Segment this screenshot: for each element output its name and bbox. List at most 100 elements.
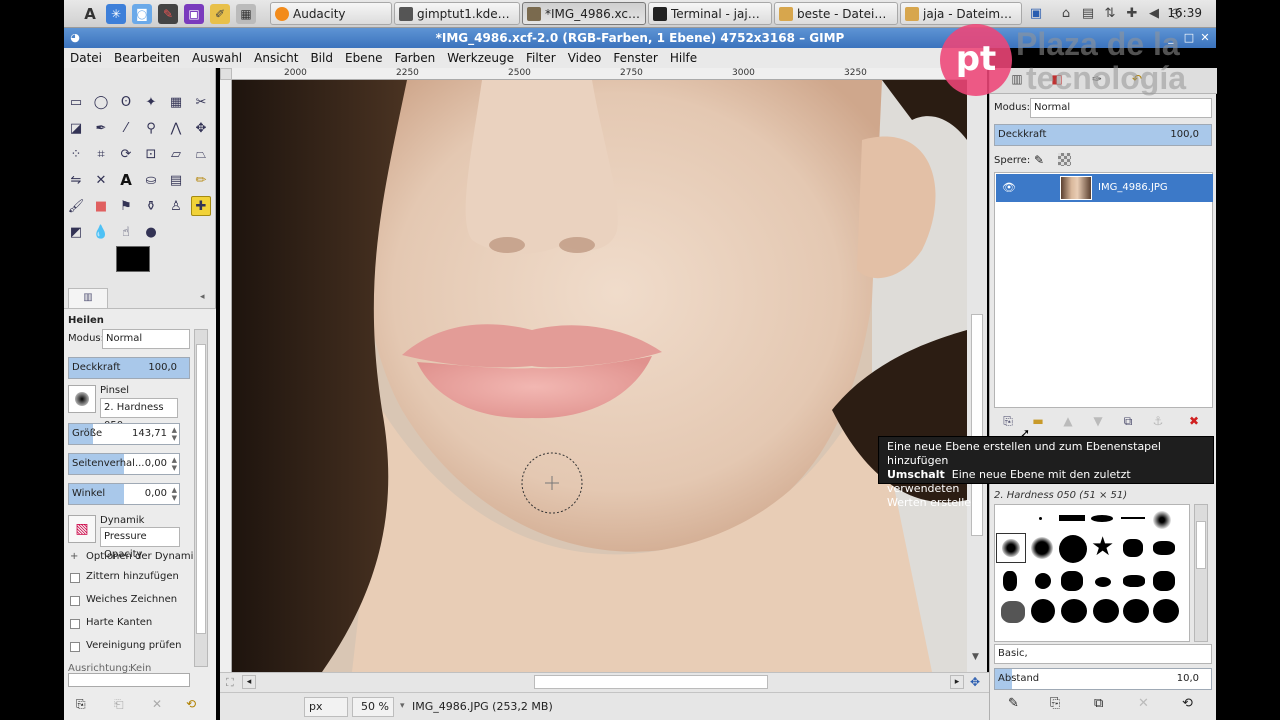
- gradient-icon[interactable]: ▤: [166, 170, 186, 190]
- scale-icon[interactable]: ⊡: [141, 144, 161, 164]
- tool-options-scrollbar[interactable]: [194, 329, 208, 667]
- new-layer-group-icon[interactable]: ▬: [1028, 414, 1048, 432]
- navigate-icon[interactable]: ✥: [970, 675, 980, 689]
- system-settings-icon[interactable]: ✳: [106, 4, 126, 24]
- brush-item[interactable]: [1153, 541, 1175, 555]
- color-select-icon[interactable]: ▦: [166, 92, 186, 112]
- airbrush-icon[interactable]: ⚑: [116, 196, 136, 216]
- refresh-brushes-icon[interactable]: ⟲: [1182, 696, 1193, 711]
- angle-slider[interactable]: Winkel 0,00 ▲ ▼: [68, 483, 180, 505]
- smooth-checkbox[interactable]: [70, 596, 80, 606]
- aspect-ratio-slider[interactable]: Seitenverhal... 0,00 ▲ ▼: [68, 453, 180, 475]
- bucket-fill-icon[interactable]: ⛀: [141, 170, 161, 190]
- unit-select[interactable]: px: [304, 697, 348, 717]
- brush-item[interactable]: [1061, 571, 1083, 591]
- brush-item[interactable]: [1123, 539, 1143, 557]
- dynamics-field[interactable]: Pressure Opacity: [100, 527, 180, 560]
- brush-item[interactable]: [1123, 575, 1145, 587]
- menu-fenster[interactable]: Fenster: [613, 51, 658, 65]
- menu-auswahl[interactable]: Auswahl: [192, 51, 242, 65]
- selected-brush[interactable]: [996, 533, 1026, 563]
- zoom-dropdown-icon[interactable]: ▾: [400, 701, 405, 711]
- brush-name-field[interactable]: 2. Hardness 050: [100, 398, 178, 431]
- task-terminal[interactable]: Terminal - jaja@a...: [648, 2, 772, 25]
- lasso-icon[interactable]: ʘ: [116, 92, 136, 112]
- brush-preview[interactable]: [68, 385, 96, 413]
- menu-bearbeiten[interactable]: Bearbeiten: [114, 51, 180, 65]
- paintbrush-icon[interactable]: 🖌: [66, 196, 86, 216]
- lower-layer-icon[interactable]: ▼: [1088, 414, 1108, 432]
- task-kdenlive[interactable]: gimptut1.kdenliv...: [394, 2, 520, 25]
- sample-merged-checkbox[interactable]: [70, 642, 80, 652]
- menu-ansicht[interactable]: Ansicht: [254, 51, 298, 65]
- perspective-icon[interactable]: ⏢: [191, 144, 211, 164]
- foreground-color[interactable]: [116, 246, 150, 272]
- menu-bild[interactable]: Bild: [310, 51, 333, 65]
- brush-item[interactable]: [1031, 599, 1055, 623]
- brush-scrollbar[interactable]: [1194, 504, 1208, 642]
- mode-select[interactable]: Normal: [102, 329, 190, 349]
- canvas-vertical-scrollbar[interactable]: ▼: [967, 68, 987, 672]
- duplicate-layer-icon[interactable]: ⧉: [1118, 414, 1138, 432]
- brush-item[interactable]: [1153, 511, 1171, 529]
- layer-name[interactable]: IMG_4986.JPG: [1098, 182, 1168, 193]
- brush-item[interactable]: [1091, 515, 1113, 522]
- brush-item[interactable]: [1123, 599, 1149, 623]
- ink-icon[interactable]: ⚱: [141, 196, 161, 216]
- plugins-icon[interactable]: ✚: [1124, 6, 1140, 22]
- layer-opacity-slider[interactable]: Deckkraft 100,0: [994, 124, 1212, 146]
- rect-select-icon[interactable]: ▭: [66, 92, 86, 112]
- shear-icon[interactable]: ▱: [166, 144, 186, 164]
- blur-icon[interactable]: 💧: [91, 222, 111, 242]
- move-icon[interactable]: ✥: [191, 118, 211, 138]
- app-launcher-icon[interactable]: A: [80, 4, 100, 24]
- brush-star-icon[interactable]: ★: [1091, 533, 1114, 561]
- raise-layer-icon[interactable]: ▲: [1058, 414, 1078, 432]
- network-icon[interactable]: ⌂: [1058, 6, 1074, 22]
- brush-item[interactable]: [1153, 571, 1175, 591]
- edit-brush-icon[interactable]: ✎: [1008, 696, 1019, 711]
- restore-options-icon[interactable]: ⎗: [114, 697, 124, 712]
- brush-item[interactable]: [1121, 517, 1145, 519]
- heal-tool-icon[interactable]: ✚: [191, 196, 211, 216]
- dodge-burn-icon[interactable]: ●: [141, 222, 161, 242]
- scroll-down-icon[interactable]: ▼: [972, 652, 979, 662]
- scroll-right-icon[interactable]: ▸: [950, 675, 964, 689]
- visibility-eye-icon[interactable]: 👁: [1002, 181, 1016, 194]
- align-icon[interactable]: ⁘: [66, 144, 86, 164]
- perspective-clone-icon[interactable]: ◩: [66, 222, 86, 242]
- eraser-icon[interactable]: ■: [91, 196, 111, 216]
- brush-item[interactable]: [1153, 599, 1179, 623]
- brush-item[interactable]: [1095, 577, 1111, 587]
- horizontal-scroll-thumb[interactable]: [534, 675, 768, 689]
- smudge-icon[interactable]: ☝: [116, 222, 136, 242]
- crop-icon[interactable]: ⌗: [91, 144, 111, 164]
- measure-icon[interactable]: ⋀: [166, 118, 186, 138]
- anchor-layer-icon[interactable]: ⚓: [1148, 414, 1168, 432]
- task-file-manager-1[interactable]: beste - Dateiman...: [774, 2, 898, 25]
- dynamics-options-expander[interactable]: Optionen der Dynamik: [86, 551, 199, 562]
- color-picker-icon[interactable]: ⁄: [116, 118, 136, 138]
- tool-options-hscroll[interactable]: [68, 673, 190, 687]
- canvas-horizontal-scrollbar[interactable]: ⛶ ◂ ▸ ✥: [220, 672, 989, 692]
- image-editor-icon[interactable]: ✐: [210, 4, 230, 24]
- new-layer-button[interactable]: ⎘: [998, 414, 1018, 432]
- delete-brush-icon[interactable]: ✕: [1138, 696, 1149, 711]
- menu-hilfe[interactable]: Hilfe: [670, 51, 697, 65]
- menu-ebene[interactable]: Ebene: [345, 51, 383, 65]
- rotate-icon[interactable]: ⟳: [116, 144, 136, 164]
- layer-mode-select[interactable]: Normal: [1030, 98, 1212, 118]
- flip-icon[interactable]: ⇋: [66, 170, 86, 190]
- brush-spacing-slider[interactable]: Abstand 10,0: [994, 668, 1212, 690]
- paths-icon[interactable]: ✒: [91, 118, 111, 138]
- brush-item[interactable]: [1001, 601, 1025, 623]
- menu-farben[interactable]: Farben: [395, 51, 436, 65]
- brush-item[interactable]: [1059, 535, 1087, 563]
- menu-video[interactable]: Video: [568, 51, 602, 65]
- reset-options-icon[interactable]: ⟲: [186, 697, 196, 711]
- lock-alpha-icon[interactable]: [1058, 153, 1071, 166]
- brush-item[interactable]: [1031, 537, 1053, 559]
- duplicate-brush-icon[interactable]: ⧉: [1094, 696, 1103, 711]
- size-slider[interactable]: Größe 143,71 ▲ ▼: [68, 423, 180, 445]
- layer-row[interactable]: 👁 IMG_4986.JPG: [996, 174, 1213, 202]
